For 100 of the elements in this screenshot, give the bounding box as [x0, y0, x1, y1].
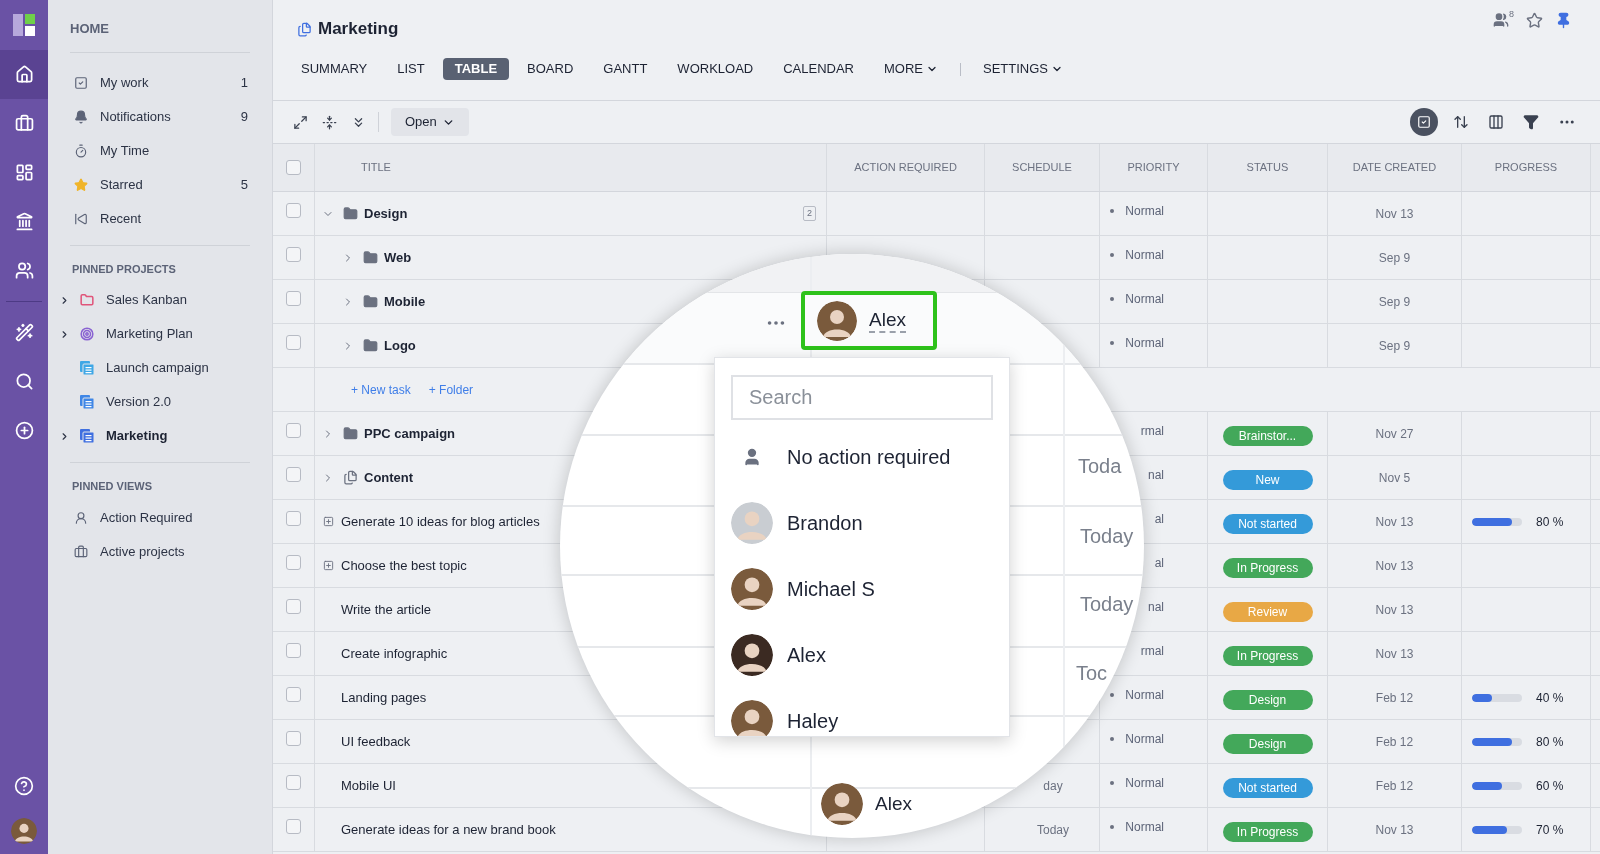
sidebar-item[interactable]: Active projects — [70, 534, 250, 569]
task-title[interactable]: Create infographic — [341, 643, 448, 664]
task-title[interactable]: UI feedback — [341, 731, 411, 752]
checkbox[interactable] — [286, 467, 301, 482]
checkbox[interactable] — [286, 599, 301, 614]
task-title[interactable]: Web — [384, 247, 412, 268]
collapse-icon[interactable] — [322, 114, 337, 130]
sidebar-item[interactable]: Starred 5 — [70, 167, 250, 202]
sidebar-item[interactable]: Launch campaign — [70, 358, 250, 378]
checkbox[interactable] — [286, 335, 301, 350]
checkbox[interactable] — [286, 819, 301, 834]
task-title[interactable]: PPC campaign — [364, 423, 456, 444]
column-header[interactable]: DATE CREATED — [1352, 159, 1437, 176]
subtasks-icon[interactable] — [322, 516, 334, 527]
progress-reading: 80 % — [1536, 733, 1564, 751]
view-tab[interactable]: WORKLOAD — [665, 58, 766, 80]
date-text: Nov 13 — [1375, 601, 1414, 619]
task-title[interactable]: Choose the best topic — [341, 555, 467, 576]
task-title[interactable]: Landing pages — [341, 687, 427, 708]
filter-icon[interactable] — [1523, 114, 1539, 130]
sidebar-item[interactable]: My Time — [70, 133, 250, 168]
column-header[interactable]: PRIORITY — [1127, 159, 1180, 176]
members-icon[interactable] — [1493, 12, 1509, 28]
columns-icon[interactable] — [1488, 114, 1504, 130]
people-icon — [14, 261, 34, 280]
checkbox[interactable] — [286, 203, 301, 218]
sidebar-item[interactable]: Recent — [70, 201, 250, 236]
assignee-option[interactable]: Alex — [731, 622, 993, 688]
checkbox[interactable] — [286, 291, 301, 306]
priority-label: Normal — [1124, 818, 1164, 836]
task-title[interactable]: Mobile — [384, 291, 426, 312]
help-icon[interactable] — [14, 776, 34, 796]
assignee-option[interactable]: Michael S — [731, 556, 993, 622]
pin-icon[interactable] — [1555, 11, 1572, 29]
search-field[interactable]: Search — [731, 375, 993, 420]
task-title[interactable]: Generate ideas for a new brand book — [341, 819, 556, 840]
task-title[interactable]: Design — [364, 203, 408, 224]
sidebar-item[interactable]: Version 2.0 — [70, 392, 250, 412]
expand-icon[interactable] — [293, 114, 308, 130]
checkbox[interactable] — [286, 687, 301, 702]
logo[interactable] — [13, 14, 35, 36]
assignee-chip[interactable]: Alex — [801, 291, 937, 350]
checkbox[interactable] — [286, 555, 301, 570]
date-text: Sep 9 — [1378, 249, 1411, 267]
column-header[interactable]: ACTION REQUIRED — [854, 159, 957, 176]
view-tab[interactable]: CALENDAR — [771, 58, 866, 80]
column-header[interactable]: PROGRESS — [1494, 159, 1558, 176]
sidebar-item[interactable]: My work 1 — [70, 65, 250, 100]
column-header[interactable]: TITLE — [361, 159, 391, 176]
section-title: HOME — [70, 20, 110, 38]
view-tab[interactable]: TABLE — [442, 58, 510, 80]
sidebar-item[interactable]: Marketing — [70, 426, 250, 446]
count-badge: 2 — [803, 205, 816, 222]
add-link[interactable]: + New task — [351, 380, 411, 399]
checkbox[interactable] — [286, 423, 301, 438]
priority-label: Normal — [1124, 686, 1164, 704]
task-title[interactable]: Logo — [384, 335, 416, 356]
checkbox[interactable] — [286, 160, 301, 175]
star-icon[interactable] — [1526, 11, 1543, 29]
checkbox[interactable] — [286, 247, 301, 262]
task-title[interactable]: Generate 10 ideas for blog articles — [341, 511, 540, 532]
checkbox[interactable] — [286, 775, 301, 790]
avatar — [11, 818, 37, 844]
folder-icon — [363, 294, 378, 309]
sort-icon[interactable] — [1453, 114, 1469, 130]
sidebar-item[interactable]: Sales Kanban — [70, 290, 250, 310]
assignee-option[interactable]: Haley — [731, 688, 993, 736]
sidebar-item[interactable]: Notifications 9 — [70, 99, 250, 134]
priority-label: al — [1153, 510, 1164, 528]
view-tab[interactable]: MORE — [872, 58, 950, 80]
add-icon — [14, 421, 34, 440]
progress-reading: 60 % — [1536, 777, 1564, 795]
sidebar-item[interactable]: Marketing Plan — [70, 324, 250, 344]
add-link[interactable]: + Folder — [428, 380, 474, 399]
filter-dropdown[interactable]: Open — [391, 108, 469, 136]
view-tab[interactable]: SUMMARY — [289, 58, 380, 80]
bank-icon — [14, 212, 34, 231]
checkbox[interactable] — [286, 643, 301, 658]
bell-icon — [74, 109, 88, 124]
person-icon — [74, 510, 88, 525]
task-title[interactable]: Mobile UI — [341, 775, 396, 796]
date-text: Nov 13 — [1375, 205, 1414, 223]
column-header[interactable]: SCHEDULE — [1012, 159, 1072, 176]
assignee-option[interactable]: No action required — [731, 424, 993, 490]
assignee-option[interactable]: Brandon — [731, 490, 993, 556]
task-title[interactable]: Content — [364, 467, 414, 488]
checkbox[interactable] — [286, 731, 301, 746]
view-tab[interactable]: GANTT — [591, 58, 660, 80]
view-tab[interactable]: BOARD — [515, 58, 586, 80]
folder-icon — [343, 206, 358, 221]
column-header[interactable]: STATUS — [1246, 159, 1289, 176]
select-mode-button[interactable] — [1410, 108, 1438, 136]
task-title[interactable]: Write the article — [341, 599, 432, 620]
view-tab[interactable]: SETTINGS — [971, 58, 1075, 80]
view-tab[interactable]: LIST — [385, 58, 437, 80]
checkbox[interactable] — [286, 511, 301, 526]
subtasks-icon[interactable] — [322, 560, 334, 571]
priority-label: Normal — [1124, 290, 1164, 308]
timer-icon — [74, 143, 88, 158]
sidebar-item[interactable]: Action Required — [70, 500, 250, 535]
